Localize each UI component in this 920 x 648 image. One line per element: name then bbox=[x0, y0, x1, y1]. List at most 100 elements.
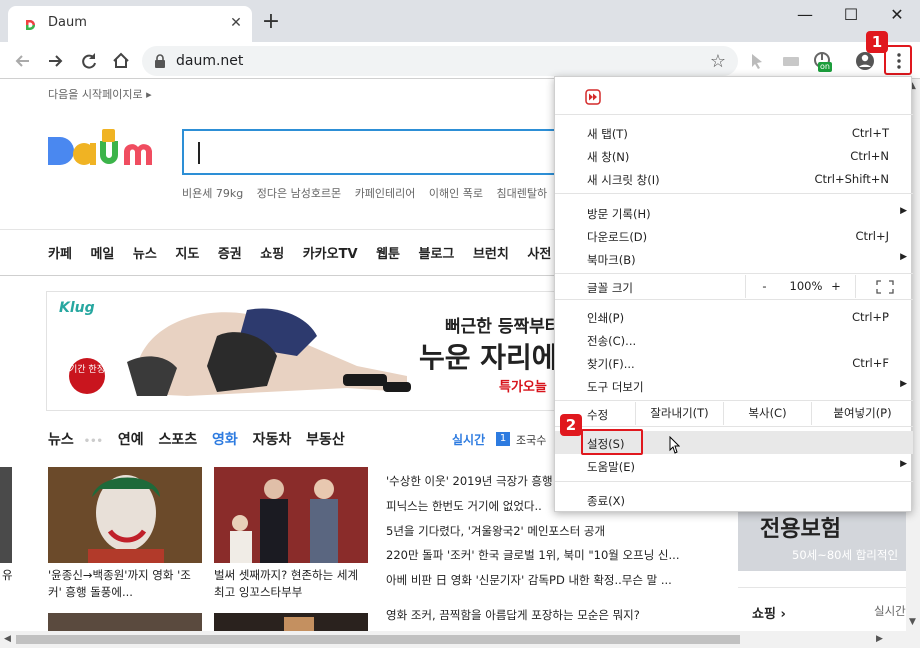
kebab-menu-icon bbox=[897, 53, 901, 69]
minimize-button[interactable]: — bbox=[782, 0, 828, 30]
zoom-in-button[interactable]: + bbox=[829, 275, 843, 298]
cropped-caption[interactable]: 유 bbox=[2, 567, 13, 583]
power-extension-icon[interactable]: on bbox=[812, 50, 834, 72]
thumbnail-caption[interactable]: '윤종신→백종원'까지 영화 '조커' 흥행 돌풍에... bbox=[48, 567, 198, 601]
tab-separator-dots: ••• bbox=[83, 436, 103, 447]
nav-kakaotv[interactable]: 카카오TV bbox=[303, 247, 358, 262]
trend-keyword[interactable]: 카페인테리어 bbox=[355, 187, 416, 200]
trend-keyword[interactable]: 정다은 남성호르몬 bbox=[257, 187, 341, 200]
menu-item-label: 새 탭(T) bbox=[587, 127, 628, 141]
chrome-menu-button[interactable] bbox=[884, 45, 912, 75]
realtime-label[interactable]: 실시간 bbox=[452, 431, 485, 448]
headline-item[interactable]: 아베 비판 日 영화 '신문기자' 감독PD 내한 확정..무슨 말 ... bbox=[386, 572, 716, 597]
nav-dictionary[interactable]: 사전 bbox=[527, 247, 551, 262]
cut-button[interactable]: 잘라내기(T) bbox=[635, 402, 723, 425]
nav-brunch[interactable]: 브런치 bbox=[473, 247, 509, 262]
zoom-out-button[interactable]: - bbox=[745, 275, 783, 298]
tab-news[interactable]: 뉴스 bbox=[48, 432, 74, 448]
submenu-arrow-icon: ▶ bbox=[900, 252, 907, 262]
thumbnail-partial[interactable] bbox=[48, 613, 202, 631]
back-arrow-icon[interactable] bbox=[10, 48, 36, 74]
tab-movies[interactable]: 영화 bbox=[212, 432, 238, 448]
nav-webtoon[interactable]: 웹툰 bbox=[376, 247, 400, 262]
menu-item-history[interactable]: 방문 기록(H) ▶ bbox=[555, 201, 913, 224]
menu-item-more-tools[interactable]: 도구 더보기 ▶ bbox=[555, 374, 913, 397]
nav-shopping[interactable]: 쇼핑 bbox=[260, 247, 284, 262]
joker-thumbnail[interactable] bbox=[48, 467, 202, 563]
horizontal-scroll-thumb[interactable] bbox=[16, 635, 740, 644]
tab-daum[interactable]: Daum ✕ bbox=[8, 6, 252, 42]
menu-item-incognito[interactable]: 새 시크릿 창(I) Ctrl+Shift+N bbox=[555, 167, 913, 190]
headline-item[interactable]: 영화 조커, 끔찍함을 아름답게 포장하는 모순은 뭐지? bbox=[386, 607, 716, 631]
extension-media-icon[interactable] bbox=[585, 89, 601, 105]
nav-mail[interactable]: 메일 bbox=[90, 247, 114, 262]
close-window-button[interactable]: ✕ bbox=[874, 0, 920, 30]
headline-item[interactable]: 5년을 기다렸다, '겨울왕국2' 메인포스터 공개 bbox=[386, 523, 716, 548]
limited-time-sticker: 기간 한정 bbox=[69, 358, 105, 394]
scroll-right-icon[interactable]: ▶ bbox=[876, 634, 883, 644]
menu-item-exit[interactable]: 종료(X) bbox=[555, 488, 913, 511]
menu-item-new-tab[interactable]: 새 탭(T) Ctrl+T bbox=[555, 121, 913, 144]
banner-ad[interactable]: Klug 기간 한정 뻐근한 등짝부터 누운 자리에 특가오늘 bbox=[46, 291, 606, 411]
scroll-left-icon[interactable]: ◀ bbox=[4, 634, 11, 644]
shopping-section-link[interactable]: 쇼핑 › bbox=[752, 603, 786, 622]
tab-realestate[interactable]: 부동산 bbox=[306, 432, 345, 448]
copy-button[interactable]: 복사(C) bbox=[723, 402, 811, 425]
trend-keyword[interactable]: 이해인 폭로 bbox=[429, 187, 483, 200]
nav-news[interactable]: 뉴스 bbox=[133, 247, 157, 262]
settings-highlight-box bbox=[581, 429, 643, 455]
menu-item-bookmarks[interactable]: 북마크(B) ▶ bbox=[555, 247, 913, 270]
fullscreen-button[interactable] bbox=[855, 275, 913, 298]
trending-keywords: 비욘세 79kg 정다은 남성호르몬 카페인테리어 이해인 폭로 침대렌탈하 bbox=[182, 185, 557, 201]
bookmark-star-icon[interactable]: ☆ bbox=[710, 51, 726, 72]
fullscreen-icon bbox=[875, 280, 894, 294]
trend-keyword[interactable]: 비욘세 79kg bbox=[182, 187, 243, 200]
cursor-extension-icon[interactable] bbox=[746, 50, 768, 72]
insurance-ad[interactable]: 전용보험 50세~80세 합리적인 bbox=[738, 503, 906, 571]
paste-button[interactable]: 붙여넣기(P) bbox=[811, 402, 913, 425]
menu-item-new-window[interactable]: 새 창(N) Ctrl+N bbox=[555, 144, 913, 167]
daum-favicon-icon bbox=[23, 18, 37, 32]
annotation-badge-1: 1 bbox=[866, 31, 888, 53]
folder-extension-icon[interactable] bbox=[780, 50, 802, 72]
realtime-keyword[interactable]: 조국수 bbox=[516, 432, 546, 448]
menu-item-find[interactable]: 찾기(F)... Ctrl+F bbox=[555, 351, 913, 374]
tab-close-icon[interactable]: ✕ bbox=[226, 13, 246, 33]
cropped-thumbnail[interactable] bbox=[0, 467, 12, 563]
home-icon[interactable] bbox=[108, 48, 134, 74]
search-input[interactable] bbox=[182, 129, 582, 175]
menu-separator bbox=[555, 114, 913, 115]
trend-keyword[interactable]: 침대렌탈하 bbox=[497, 187, 548, 200]
menu-item-shortcut: Ctrl+Shift+N bbox=[814, 172, 889, 186]
headline-item[interactable]: 220만 돌파 '조커' 한국 글로벌 1위, 북미 "10월 오프닝 신... bbox=[386, 547, 716, 572]
menu-item-help[interactable]: 도움말(E) ▶ bbox=[555, 454, 913, 477]
celebrity-couple-thumbnail[interactable] bbox=[214, 467, 368, 563]
thumbnail-caption[interactable]: 벌써 셋째까지? 현존하는 세계최고 잉꼬스타부부 bbox=[214, 567, 364, 601]
reload-icon[interactable] bbox=[76, 48, 102, 74]
tab-cars[interactable]: 자동차 bbox=[253, 432, 292, 448]
start-page-link[interactable]: 다음을 시작페이지로 ▸ bbox=[48, 86, 152, 102]
shopping-realtime-link[interactable]: 실시간 bbox=[874, 603, 906, 619]
address-bar[interactable]: daum.net ☆ bbox=[142, 46, 738, 76]
profile-avatar-icon[interactable] bbox=[854, 50, 876, 72]
forward-arrow-icon[interactable] bbox=[42, 48, 68, 74]
tab-title: Daum bbox=[48, 15, 87, 30]
browser-window: Daum ✕ + — ☐ ✕ daum.net ☆ on 1 다음을 시작페이지… bbox=[0, 0, 920, 648]
nav-cafe[interactable]: 카페 bbox=[48, 247, 72, 262]
maximize-button[interactable]: ☐ bbox=[828, 0, 874, 30]
tab-entertainment[interactable]: 연예 bbox=[118, 432, 144, 448]
daum-logo[interactable] bbox=[46, 127, 166, 177]
menu-item-downloads[interactable]: 다운로드(D) Ctrl+J bbox=[555, 224, 913, 247]
thumbnail-partial[interactable] bbox=[214, 613, 368, 631]
nav-blog[interactable]: 블로그 bbox=[419, 247, 455, 262]
menu-separator bbox=[555, 400, 913, 401]
menu-item-print[interactable]: 인쇄(P) Ctrl+P bbox=[555, 305, 913, 328]
tab-sports[interactable]: 스포츠 bbox=[158, 432, 197, 448]
menu-item-cast[interactable]: 전송(C)... bbox=[555, 328, 913, 351]
nav-map[interactable]: 지도 bbox=[175, 247, 199, 262]
horizontal-scrollbar[interactable]: ◀ ▶ bbox=[0, 631, 920, 648]
new-tab-button[interactable]: + bbox=[258, 11, 284, 37]
scroll-down-icon[interactable]: ▼ bbox=[909, 617, 916, 627]
menu-item-shortcut: Ctrl+N bbox=[850, 149, 889, 163]
nav-stock[interactable]: 증권 bbox=[218, 247, 242, 262]
